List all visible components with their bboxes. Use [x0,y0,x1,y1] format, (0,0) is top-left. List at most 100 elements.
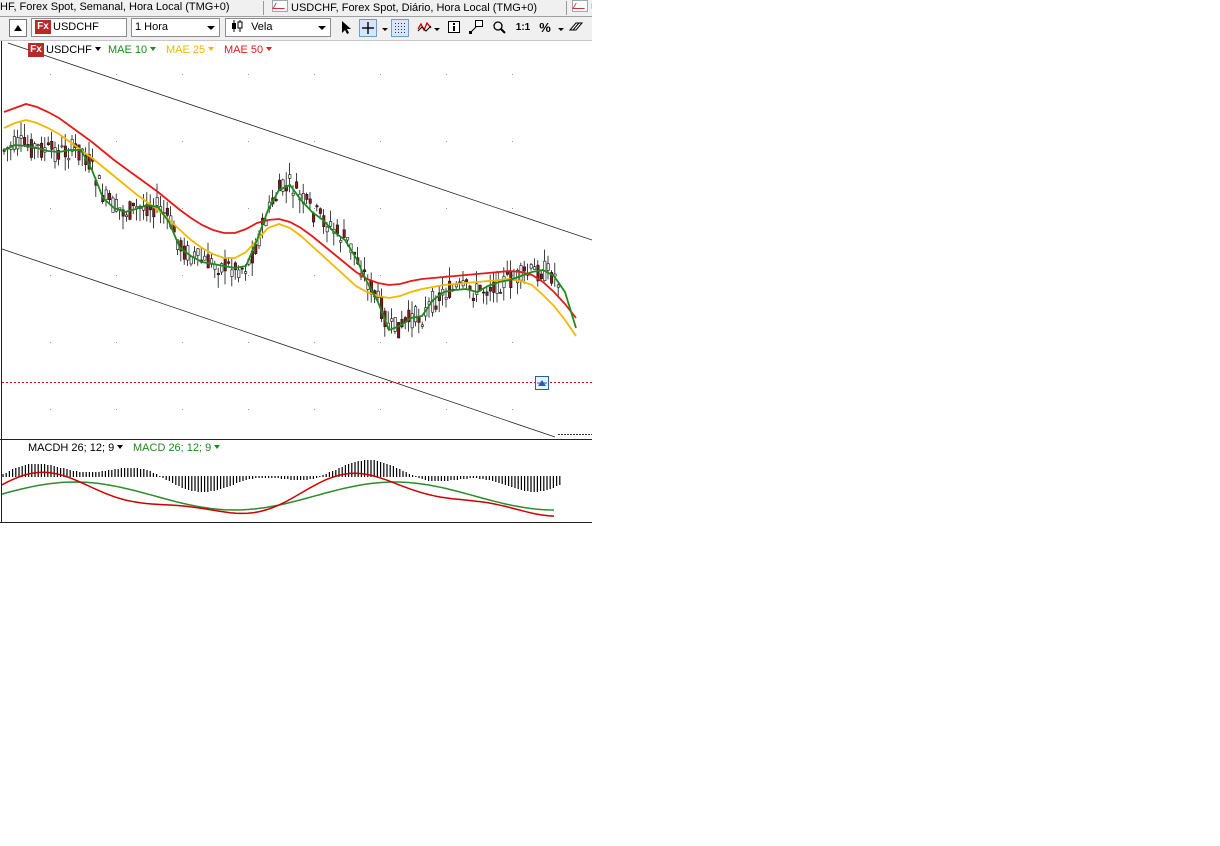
order-marker[interactable] [535,376,549,390]
grid-dot [248,141,249,142]
grid-dot [314,74,315,75]
info-button[interactable] [445,19,463,37]
candle-body [363,269,367,272]
period-select[interactable]: 1 Hora [131,18,220,37]
percent-button[interactable]: % [536,19,554,37]
crosshair-icon [362,22,374,34]
symbol-value: USDCHF [53,21,99,33]
info-icon [448,21,460,33]
grid-dot [446,141,447,142]
grid-dot [314,208,315,209]
chevron-down-icon [150,47,157,51]
symbol-field[interactable]: Fx USDCHF [31,18,127,37]
chevron-down-icon [266,47,273,51]
candle-body [318,208,322,214]
chevron-down-icon [214,445,221,449]
candle-body [471,297,475,301]
candle-body [533,266,537,270]
candle-body [216,272,220,275]
zoom-icon [493,21,506,34]
eraser-icon [568,22,584,31]
pointer-icon [342,21,351,34]
grid-dot [380,208,381,209]
candle-body [23,137,27,145]
legend-mae10[interactable]: MAE 10 [108,44,157,56]
legend-symbol: USDCHF [46,43,92,56]
pointer-button[interactable] [337,19,355,37]
indicators-dropdown-icon[interactable] [434,28,440,31]
candle-body [203,255,207,261]
tab-usdchf-other[interactable]: U [568,0,592,15]
annotate-icon [469,20,483,34]
candle-body [393,317,397,332]
chart-area[interactable]: Fx USDCHF MAE 10 MAE 25 MAE 50 MACDH 26; … [0,41,592,523]
annotate-button[interactable] [467,19,485,37]
crosshair-dropdown-icon[interactable] [382,28,388,31]
tab-separator [263,1,264,15]
candle-body [454,284,458,288]
percent-dropdown-icon[interactable] [558,28,564,31]
zoom-one-to-one-button[interactable]: 1:1 [512,19,534,37]
candlestick-icon [232,20,243,32]
tab-usdchf-daily[interactable]: USDCHF, Forex Spot, Diário, Hora Local (… [268,0,541,15]
candle-body [12,136,16,150]
chevron-down-icon [318,26,326,30]
grid-dot [116,74,117,75]
chart-thumbnail-icon [572,0,588,12]
mae25-line [3,119,577,337]
grid-dot [50,275,51,276]
candle-body [125,214,129,217]
grid-dot [380,409,381,410]
indicators-button[interactable] [416,19,434,37]
grid-dot [314,342,315,343]
symbol-legend[interactable]: Fx USDCHF [28,43,101,57]
candle-body [97,175,101,179]
legend-mae50[interactable]: MAE 50 [224,44,273,56]
grid-dot [182,275,183,276]
candle-body [227,261,231,264]
candle-body [397,322,401,339]
grid-dot [314,275,315,276]
grid-dot [248,409,249,410]
candle-body [206,254,210,269]
grid-dot [446,409,447,410]
candle-body [281,179,285,192]
legend-macd[interactable]: MACD 26; 12; 9 [133,442,221,454]
candle-body [274,198,278,202]
candle-body [67,158,71,161]
grid-dot [182,74,183,75]
candle-body [189,256,193,265]
legend-mae25[interactable]: MAE 25 [166,44,215,56]
grid-dot [50,74,51,75]
candle-body [315,205,319,208]
tab-usdchf-weekly[interactable]: HF, Forex Spot, Semanal, Hora Local (TMG… [0,0,234,15]
period-value: 1 Hora [135,21,169,33]
grid-dot [50,208,51,209]
grid-dot [248,74,249,75]
grid-dot [380,141,381,142]
collapse-up-button[interactable] [9,19,27,37]
candle-body [131,202,135,207]
eraser-button[interactable] [567,19,585,37]
candle-body [346,237,350,241]
fx-logo-icon: Fx [28,43,44,57]
grid-dot [116,342,117,343]
indicators-icon [417,21,432,32]
candle-body [155,196,159,206]
legend-macdh[interactable]: MACDH 26; 12; 9 [28,442,124,454]
grid-dot [116,141,117,142]
channel-lower-line[interactable] [1,248,556,438]
grid-dot [182,208,183,209]
grid-dot [446,208,447,209]
candle-body [305,194,309,200]
candle-body [295,181,299,189]
zoom-button[interactable] [490,19,508,37]
grid-dot [314,141,315,142]
chart-type-select[interactable]: Vela [225,18,331,37]
grid-dot [182,409,183,410]
grid-dot [116,409,117,410]
grid-button[interactable] [391,19,409,37]
candle-body [193,251,197,258]
crosshair-button[interactable] [359,19,377,37]
candle-body [29,139,33,158]
